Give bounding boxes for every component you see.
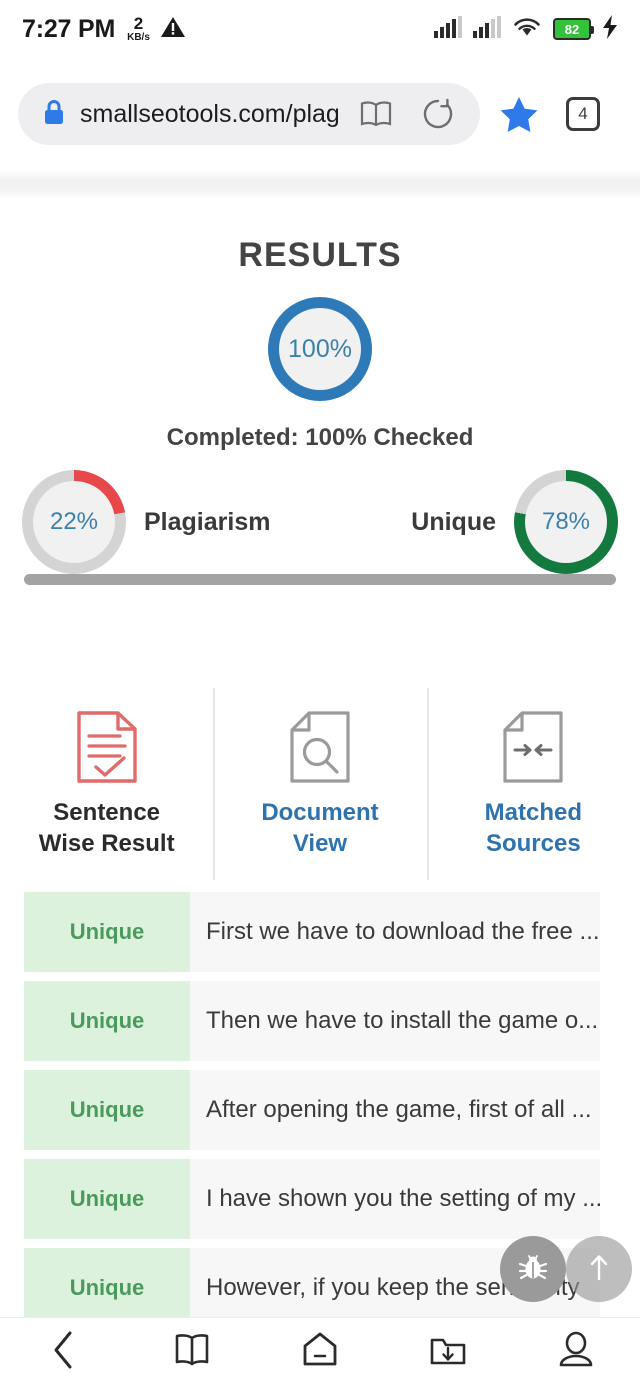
- page-title: RESULTS: [238, 236, 402, 274]
- network-speed-indicator: 2 KB/s: [127, 15, 150, 43]
- battery-indicator: 82: [553, 18, 594, 40]
- scroll-to-top-button[interactable]: [566, 1236, 632, 1302]
- toolbar-divider: [0, 170, 640, 200]
- tab-label-line1: Matched: [484, 799, 582, 826]
- bookmarks-button[interactable]: [144, 1318, 240, 1387]
- network-speed-value: 2: [133, 14, 144, 33]
- plagiarism-value: 22%: [33, 481, 115, 563]
- status-badge: Unique: [24, 1159, 190, 1239]
- tab-matched-sources-label: Matched Sources: [485, 798, 582, 859]
- browser-toolbar: smallseotools.com/plagia 4: [0, 58, 640, 170]
- star-icon[interactable]: [488, 83, 550, 145]
- downloads-button[interactable]: [400, 1318, 496, 1387]
- network-speed-unit: KB/s: [127, 32, 150, 43]
- signal-bars-icon: [434, 15, 462, 43]
- status-badge: Unique: [24, 981, 190, 1061]
- lock-icon: [42, 98, 66, 131]
- status-bar-left: 7:27 PM 2 KB/s: [22, 15, 186, 44]
- tab-label-line2: View: [292, 829, 348, 857]
- document-check-icon: [76, 704, 138, 790]
- status-badge: Unique: [24, 1070, 190, 1150]
- reload-icon[interactable]: [414, 83, 462, 145]
- unique-label: Unique: [411, 507, 496, 536]
- wifi-icon: [512, 16, 542, 43]
- downloads-icon: [428, 1331, 468, 1374]
- tab-label-line2: Wise Result: [38, 829, 175, 857]
- document-arrows-icon: [502, 704, 564, 790]
- plagiarism-label: Plagiarism: [144, 507, 271, 536]
- table-row[interactable]: Unique After opening the game, first of …: [24, 1070, 600, 1150]
- back-chevron-icon: [50, 1330, 78, 1375]
- tab-document-view[interactable]: Document View: [213, 688, 426, 880]
- status-time: 7:27 PM: [22, 14, 116, 43]
- sentence-text: Then we have to install the game o...: [206, 1007, 599, 1034]
- unique-gauge: 78%: [514, 470, 618, 574]
- bookmarks-book-icon: [172, 1331, 212, 1374]
- profile-button[interactable]: [528, 1318, 624, 1387]
- unique-score-group: Unique 78%: [411, 470, 618, 574]
- table-row[interactable]: Unique First we have to download the fre…: [24, 892, 600, 972]
- result-view-tabs: Sentence Wise Result Document View Match…: [0, 688, 640, 880]
- total-progress-gauge: 100%: [268, 297, 372, 401]
- home-button[interactable]: [272, 1318, 368, 1387]
- tab-sentence-wise-result[interactable]: Sentence Wise Result: [0, 688, 213, 880]
- table-row[interactable]: Unique Then we have to install the game …: [24, 981, 600, 1061]
- horizontal-scrollbar[interactable]: [24, 574, 616, 585]
- arrow-up-icon: [586, 1252, 612, 1287]
- toolbar-actions: 4: [488, 83, 614, 145]
- tab-document-view-label: Document View: [261, 798, 378, 859]
- status-badge: Unique: [24, 892, 190, 972]
- table-row[interactable]: Unique I have shown you the setting of m…: [24, 1159, 600, 1239]
- signal-bars-icon: [473, 15, 501, 43]
- tab-sentence-wise-result-label: Sentence Wise Result: [39, 798, 175, 859]
- unique-value: 78%: [525, 481, 607, 563]
- tab-switcher-button[interactable]: 4: [552, 83, 614, 145]
- plagiarism-gauge: 22%: [22, 470, 126, 574]
- total-progress-value: 100%: [279, 308, 361, 390]
- profile-icon: [557, 1330, 595, 1375]
- bug-report-button[interactable]: [500, 1236, 566, 1302]
- address-bar[interactable]: smallseotools.com/plagia: [18, 83, 480, 145]
- tab-label-line1: Document: [261, 799, 379, 826]
- bug-icon: [516, 1250, 550, 1289]
- total-progress-gauge-wrap: 100%: [0, 297, 640, 406]
- tab-matched-sources[interactable]: Matched Sources: [426, 688, 640, 880]
- status-bar-right: 82: [434, 14, 618, 44]
- back-button[interactable]: [16, 1318, 112, 1387]
- book-reader-icon[interactable]: [352, 83, 400, 145]
- charging-bolt-icon: [602, 14, 618, 44]
- tab-count-label: 4: [566, 97, 600, 131]
- sentence-text: First we have to download the free ...: [206, 918, 600, 945]
- web-page-content: RESULTS 100% Completed: 100% Checked 22%…: [0, 200, 640, 1317]
- sentence-text: I have shown you the setting of my ...: [206, 1185, 600, 1212]
- completed-status-text: Completed: 100% Checked: [166, 424, 474, 451]
- status-badge: Unique: [24, 1248, 190, 1317]
- document-search-icon: [289, 704, 351, 790]
- tab-label-line2: Sources: [485, 829, 581, 857]
- tab-label-line1: Sentence: [53, 799, 161, 826]
- score-gauges: 22% Plagiarism Unique 78%: [0, 470, 640, 580]
- url-text[interactable]: smallseotools.com/plagia: [80, 100, 338, 129]
- browser-bottom-nav: [0, 1317, 640, 1387]
- sentence-text: After opening the game, first of all ...: [206, 1096, 592, 1123]
- plagiarism-score-group: 22% Plagiarism: [22, 470, 270, 574]
- warning-triangle-icon: [160, 15, 186, 44]
- status-bar: 7:27 PM 2 KB/s 82: [0, 0, 640, 58]
- home-icon: [300, 1330, 340, 1375]
